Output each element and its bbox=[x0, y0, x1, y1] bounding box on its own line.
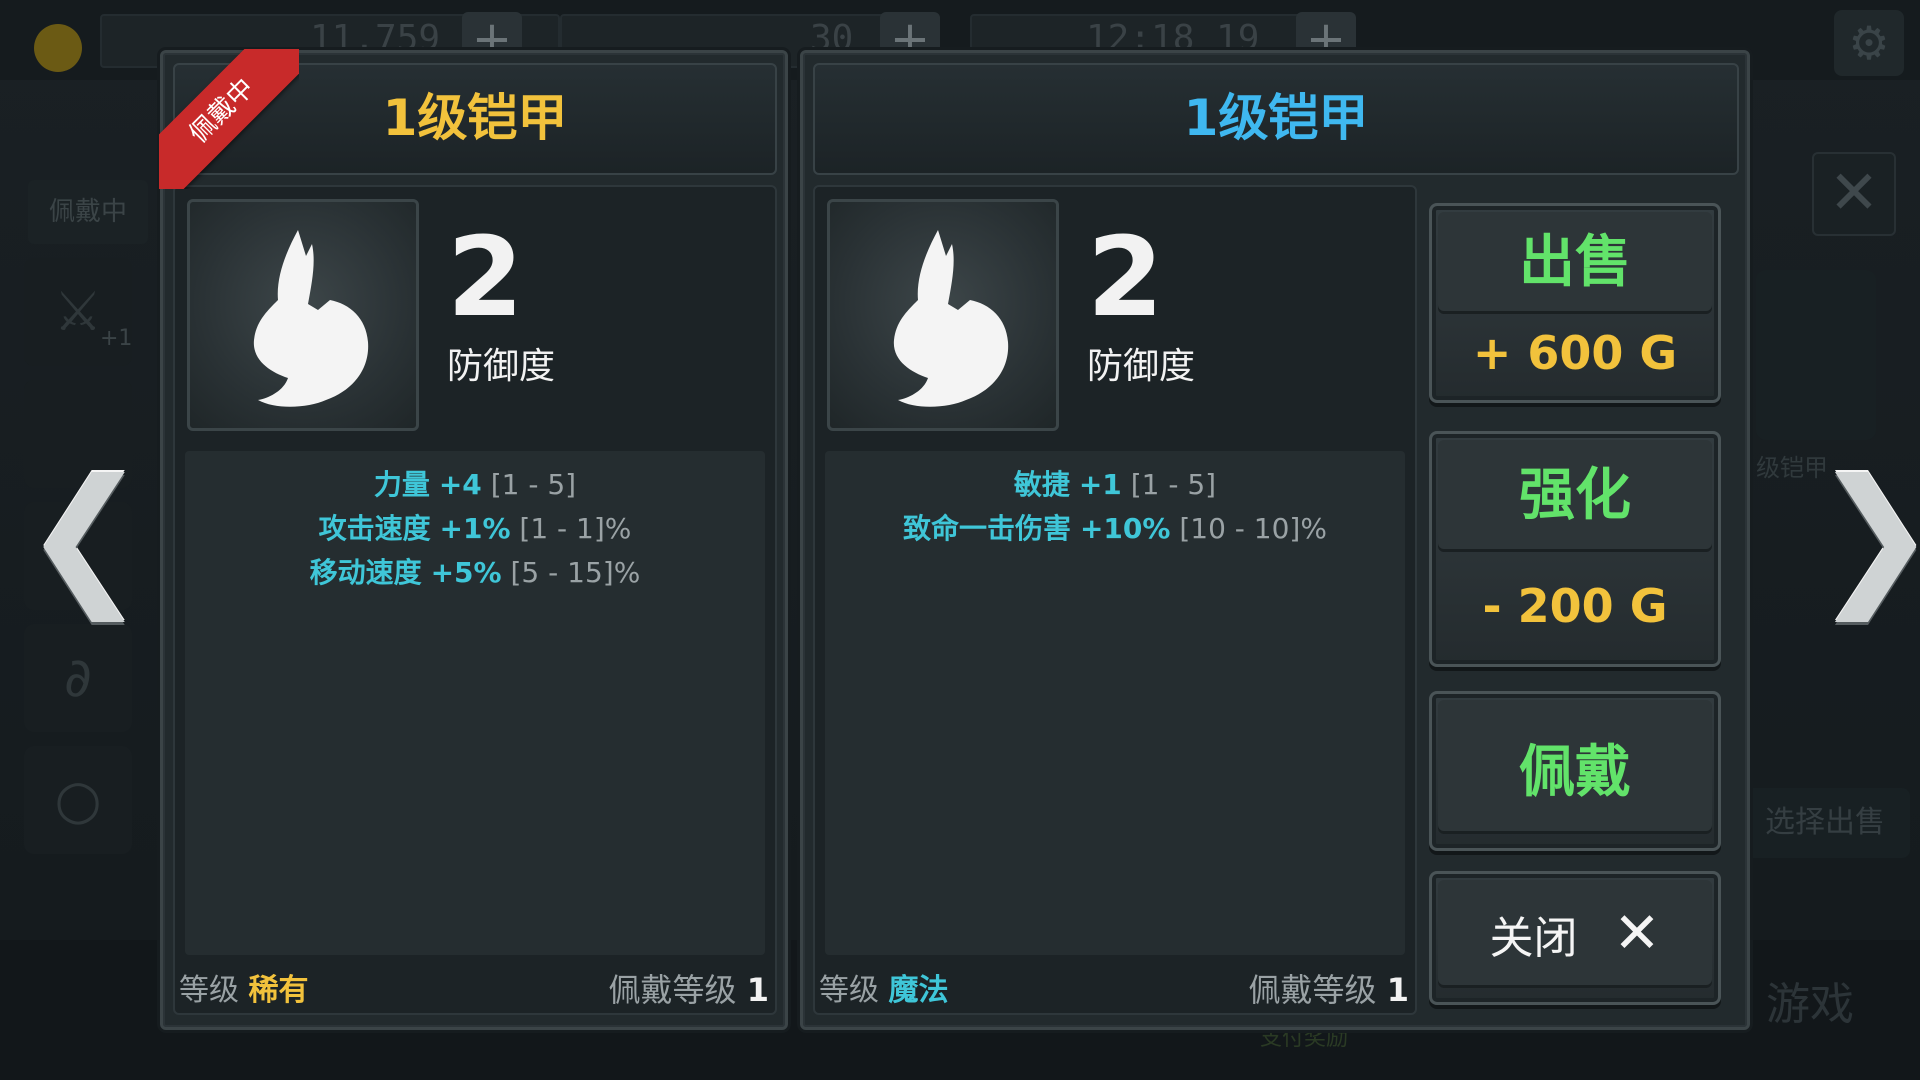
selected-item-details: 2 防御度 敏捷 +1 [1 - 5] 致命一击伤害 +10% [10 - 10… bbox=[813, 185, 1417, 1015]
background-item-card: 级铠甲 bbox=[1756, 270, 1876, 482]
stat-range: [1 - 5] bbox=[1130, 468, 1217, 501]
equipped-item-panel: 佩戴中 1级铠甲 2 防御度 力量 +4 [1 - 5] 攻击速度 +1% [1… bbox=[159, 49, 788, 1030]
gear-icon: ⚙ bbox=[1834, 10, 1904, 76]
stat-name: 敏捷 bbox=[1013, 468, 1070, 501]
gold-coin-icon bbox=[34, 24, 82, 72]
stat-bonus: +10% bbox=[1079, 512, 1171, 545]
selected-defense-value: 2 bbox=[1087, 213, 1164, 341]
close-icon: ✕ bbox=[1613, 901, 1661, 966]
sell-button[interactable]: 出售 + 600 G bbox=[1429, 203, 1721, 403]
stat-name: 攻击速度 bbox=[318, 512, 431, 545]
stat-line: 敏捷 +1 [1 - 5] bbox=[825, 465, 1405, 505]
upgrade-cost: - 200 G bbox=[1482, 579, 1668, 633]
grade-value: 魔法 bbox=[888, 973, 949, 1008]
equip-button-label: 佩戴 bbox=[1438, 700, 1712, 834]
selected-item-image bbox=[827, 199, 1059, 431]
close-button-content: 关闭 ✕ bbox=[1438, 880, 1712, 988]
upgrade-button[interactable]: 强化 - 200 G bbox=[1429, 431, 1721, 667]
selected-item-panel: 1级铠甲 2 防御度 敏捷 +1 [1 - 5] 致命一击伤害 +10% [10… bbox=[800, 50, 1750, 1030]
close-button-label: 关闭 bbox=[1489, 913, 1578, 964]
selected-stats-list: 敏捷 +1 [1 - 5] 致命一击伤害 +10% [10 - 10]% bbox=[825, 451, 1405, 955]
stat-line: 力量 +4 [1 - 5] bbox=[185, 465, 765, 505]
stat-bonus: +1% bbox=[439, 512, 511, 545]
armor-icon bbox=[253, 230, 369, 407]
sell-button-label: 出售 bbox=[1438, 212, 1712, 314]
grade-label: 等级 bbox=[179, 973, 239, 1008]
stat-name: 力量 bbox=[373, 468, 430, 501]
stat-range: [5 - 15]% bbox=[510, 556, 641, 589]
grade-label: 等级 bbox=[819, 973, 879, 1008]
equipped-item-image bbox=[187, 199, 419, 431]
ring-slot-icon: ○ bbox=[24, 746, 132, 854]
background-close-icon: ✕ bbox=[1812, 152, 1896, 236]
stat-line: 攻击速度 +1% [1 - 1]% bbox=[185, 509, 765, 549]
selected-defense-label: 防御度 bbox=[1087, 346, 1196, 387]
required-level-label: 佩戴等级 bbox=[608, 971, 737, 1009]
stat-name: 移动速度 bbox=[309, 556, 422, 589]
equipped-ribbon: 佩戴中 bbox=[159, 49, 299, 189]
equip-button[interactable]: 佩戴 bbox=[1429, 691, 1721, 851]
selected-item-title: 1级铠甲 bbox=[813, 63, 1739, 175]
required-level-value: 1 bbox=[746, 971, 769, 1009]
equipped-defense-label: 防御度 bbox=[447, 346, 556, 387]
grade-value: 稀有 bbox=[248, 973, 309, 1008]
equipped-grade: 等级 稀有 bbox=[179, 965, 309, 1009]
stat-name: 致命一击伤害 bbox=[903, 512, 1072, 545]
upgrade-button-label: 强化 bbox=[1438, 440, 1712, 552]
previous-item-arrow[interactable]: ❮ bbox=[22, 455, 148, 620]
amulet-slot-icon: ∂ bbox=[24, 624, 132, 732]
stat-line: 致命一击伤害 +10% [10 - 10]% bbox=[825, 509, 1405, 549]
equipped-defense-value: 2 bbox=[447, 213, 524, 341]
sidebar-equipped-label: 佩戴中 bbox=[28, 180, 148, 244]
sell-price: + 600 G bbox=[1472, 326, 1678, 380]
sword-slot-plus: +1 bbox=[100, 326, 133, 351]
selected-required-level: 佩戴等级 1 bbox=[1249, 965, 1409, 1011]
armor-icon bbox=[893, 230, 1009, 407]
stat-bonus: +4 bbox=[438, 468, 482, 501]
next-item-arrow[interactable]: ❯ bbox=[1812, 455, 1920, 620]
stat-bonus: +1 bbox=[1078, 468, 1122, 501]
required-level-value: 1 bbox=[1386, 971, 1409, 1009]
stat-bonus: +5% bbox=[430, 556, 502, 589]
stat-range: [10 - 10]% bbox=[1179, 512, 1327, 545]
stat-line: 移动速度 +5% [5 - 15]% bbox=[185, 553, 765, 593]
equipped-stats-list: 力量 +4 [1 - 5] 攻击速度 +1% [1 - 1]% 移动速度 +5%… bbox=[185, 451, 765, 955]
required-level-label: 佩戴等级 bbox=[1248, 971, 1377, 1009]
stat-range: [1 - 1]% bbox=[519, 512, 632, 545]
selected-grade: 等级 魔法 bbox=[819, 965, 949, 1009]
close-button[interactable]: 关闭 ✕ bbox=[1429, 871, 1721, 1005]
equipped-item-details: 2 防御度 力量 +4 [1 - 5] 攻击速度 +1% [1 - 1]% 移动… bbox=[173, 185, 777, 1015]
background-select-sell: 选择出售 bbox=[1740, 788, 1910, 858]
stat-range: [1 - 5] bbox=[490, 468, 577, 501]
equipped-ribbon-label: 佩戴中 bbox=[159, 49, 299, 189]
equipped-required-level: 佩戴等级 1 bbox=[609, 965, 769, 1011]
